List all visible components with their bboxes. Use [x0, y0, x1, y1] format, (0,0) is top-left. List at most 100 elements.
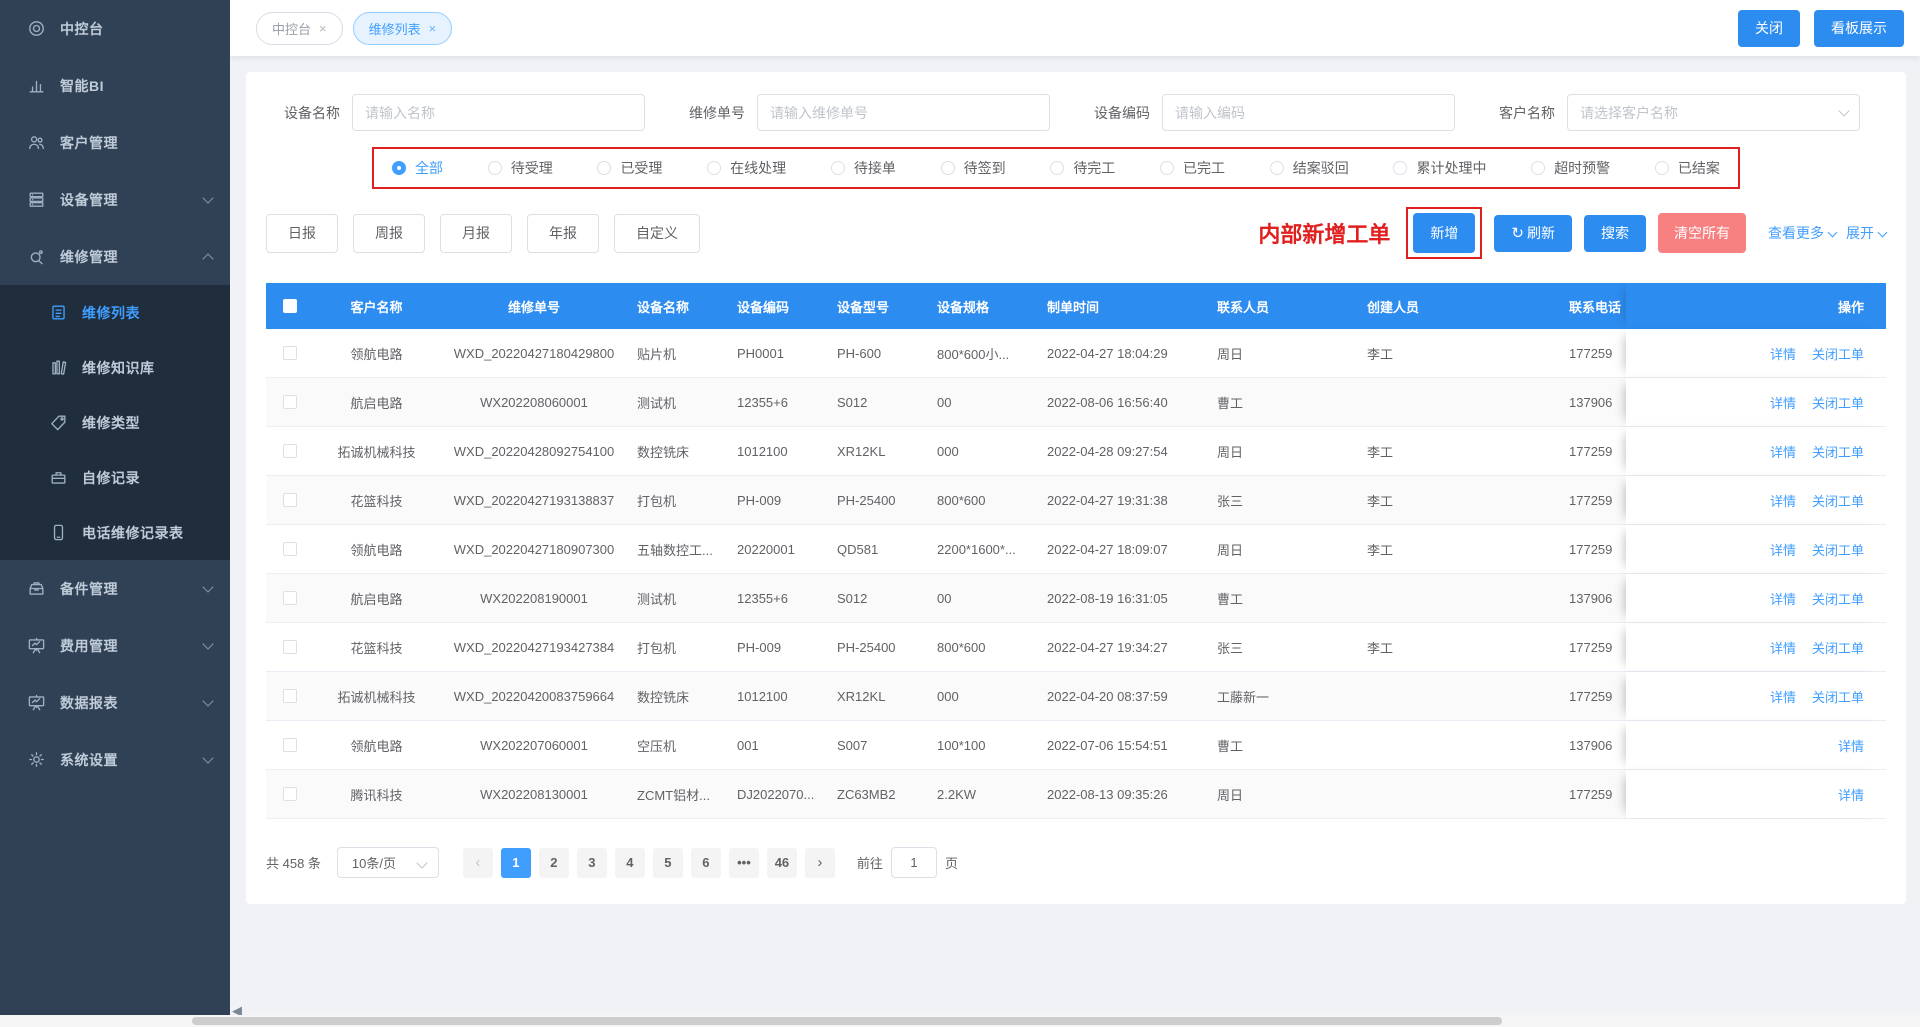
sidebar-item-customers[interactable]: 客户管理: [0, 114, 230, 171]
detail-link[interactable]: 详情: [1770, 540, 1796, 559]
datareport-icon: [26, 693, 46, 713]
status-radio-全部[interactable]: 全部: [392, 158, 443, 178]
row-checkbox[interactable]: [283, 444, 297, 458]
board-display-button[interactable]: 看板展示: [1814, 10, 1904, 47]
filter-input[interactable]: [352, 94, 645, 131]
row-checkbox[interactable]: [283, 591, 297, 605]
page-button-2[interactable]: 2: [539, 848, 569, 878]
scrollbar-thumb[interactable]: [192, 1017, 1502, 1025]
detail-link[interactable]: 详情: [1770, 442, 1796, 461]
page-button-1[interactable]: 1: [501, 848, 531, 878]
status-radio-待签到[interactable]: 待签到: [941, 158, 1006, 178]
close-order-link[interactable]: 关闭工单: [1812, 687, 1864, 706]
sidebar-item-repair[interactable]: 维修管理: [0, 228, 230, 285]
close-icon[interactable]: ×: [429, 21, 437, 36]
cell-device_spec: 100*100: [929, 738, 1039, 753]
status-radio-待受理[interactable]: 待受理: [488, 158, 553, 178]
close-order-link[interactable]: 关闭工单: [1812, 344, 1864, 363]
status-radio-结案驳回[interactable]: 结案驳回: [1270, 158, 1349, 178]
goto-page-input[interactable]: [891, 847, 937, 878]
tab-维修列表[interactable]: 维修列表×: [353, 12, 453, 45]
detail-link[interactable]: 详情: [1770, 638, 1796, 657]
select-all-checkbox[interactable]: [283, 299, 297, 313]
sidebar-item-repair-list[interactable]: 维修列表: [0, 285, 230, 340]
operation-cell: 详情关闭工单: [1626, 672, 1886, 720]
row-checkbox[interactable]: [283, 346, 297, 360]
status-radio-待接单[interactable]: 待接单: [831, 158, 896, 178]
sidebar-item-bi[interactable]: 智能BI: [0, 57, 230, 114]
sidebar-item-sparepart[interactable]: 备件管理: [0, 560, 230, 617]
close-icon[interactable]: ×: [319, 21, 327, 36]
sidebar-item-settings[interactable]: 系统设置: [0, 731, 230, 788]
status-radio-已完工[interactable]: 已完工: [1160, 158, 1225, 178]
expand-link[interactable]: 展开: [1846, 223, 1886, 243]
page-button-3[interactable]: 3: [577, 848, 607, 878]
customer-select[interactable]: [1567, 94, 1860, 131]
sidebar-item-phone[interactable]: 电话维修记录表: [0, 505, 230, 560]
row-checkbox[interactable]: [283, 689, 297, 703]
close-order-link[interactable]: 关闭工单: [1812, 442, 1864, 461]
refresh-button[interactable]: ↻刷新: [1494, 215, 1572, 252]
view-more-link[interactable]: 查看更多: [1768, 223, 1836, 243]
sidebar-item-knowledge[interactable]: 维修知识库: [0, 340, 230, 395]
page-button-5[interactable]: 5: [653, 848, 683, 878]
status-radio-累计处理中[interactable]: 累计处理中: [1393, 158, 1486, 178]
chevron-down-icon: [202, 638, 213, 649]
page-ellipsis[interactable]: •••: [729, 848, 759, 878]
status-radio-待完工[interactable]: 待完工: [1050, 158, 1115, 178]
close-order-link[interactable]: 关闭工单: [1812, 393, 1864, 412]
cell-device_name: 数控铣床: [629, 687, 729, 706]
row-checkbox[interactable]: [283, 542, 297, 556]
cell-device_code: 1012100: [729, 689, 829, 704]
row-checkbox[interactable]: [283, 738, 297, 752]
next-page-button[interactable]: ›: [805, 848, 835, 878]
page-size-select[interactable]: 10条/页: [337, 847, 439, 878]
prev-page-button[interactable]: ‹: [463, 848, 493, 878]
sidebar-item-fee[interactable]: 费用管理: [0, 617, 230, 674]
sidebar-item-devices[interactable]: 设备管理: [0, 171, 230, 228]
row-checkbox[interactable]: [283, 493, 297, 507]
close-order-link[interactable]: 关闭工单: [1812, 638, 1864, 657]
detail-link[interactable]: 详情: [1770, 393, 1796, 412]
close-order-link[interactable]: 关闭工单: [1812, 491, 1864, 510]
row-checkbox-cell: [266, 395, 314, 409]
detail-link[interactable]: 详情: [1838, 736, 1864, 755]
page-button-4[interactable]: 4: [615, 848, 645, 878]
status-radio-超时预警[interactable]: 超时预警: [1531, 158, 1610, 178]
detail-link[interactable]: 详情: [1838, 785, 1864, 804]
tab-中控台[interactable]: 中控台×: [256, 12, 343, 45]
detail-link[interactable]: 详情: [1770, 589, 1796, 608]
page-button-6[interactable]: 6: [691, 848, 721, 878]
close-order-link[interactable]: 关闭工单: [1812, 540, 1864, 559]
horizontal-scrollbar[interactable]: [0, 1015, 1920, 1027]
sidebar-item-tag[interactable]: 维修类型: [0, 395, 230, 450]
detail-link[interactable]: 详情: [1770, 687, 1796, 706]
report-button-月报[interactable]: 月报: [440, 214, 512, 253]
report-button-日报[interactable]: 日报: [266, 214, 338, 253]
search-button[interactable]: 搜索: [1584, 215, 1646, 252]
row-checkbox[interactable]: [283, 395, 297, 409]
detail-link[interactable]: 详情: [1770, 344, 1796, 363]
detail-link[interactable]: 详情: [1770, 491, 1796, 510]
status-radio-已结案[interactable]: 已结案: [1655, 158, 1720, 178]
status-radio-已受理[interactable]: 已受理: [597, 158, 662, 178]
report-button-周报[interactable]: 周报: [353, 214, 425, 253]
filter-input[interactable]: [757, 94, 1050, 131]
row-checkbox[interactable]: [283, 787, 297, 801]
report-button-年报[interactable]: 年报: [527, 214, 599, 253]
status-radio-在线处理[interactable]: 在线处理: [707, 158, 786, 178]
page-button-46[interactable]: 46: [767, 848, 797, 878]
sidebar-item-toolcase[interactable]: 自修记录: [0, 450, 230, 505]
filter-input[interactable]: [1162, 94, 1455, 131]
cell-device_model: S007: [829, 738, 929, 753]
add-button[interactable]: 新增: [1413, 213, 1475, 253]
dashboard-icon: [26, 19, 46, 39]
sidebar-item-datareport[interactable]: 数据报表: [0, 674, 230, 731]
clear-all-button[interactable]: 清空所有: [1658, 213, 1746, 253]
row-checkbox[interactable]: [283, 640, 297, 654]
close-button[interactable]: 关闭: [1738, 10, 1800, 47]
cell-device_code: 12355+6: [729, 395, 829, 410]
report-button-自定义[interactable]: 自定义: [614, 214, 700, 253]
close-order-link[interactable]: 关闭工单: [1812, 589, 1864, 608]
sidebar-item-dashboard[interactable]: 中控台: [0, 0, 230, 57]
